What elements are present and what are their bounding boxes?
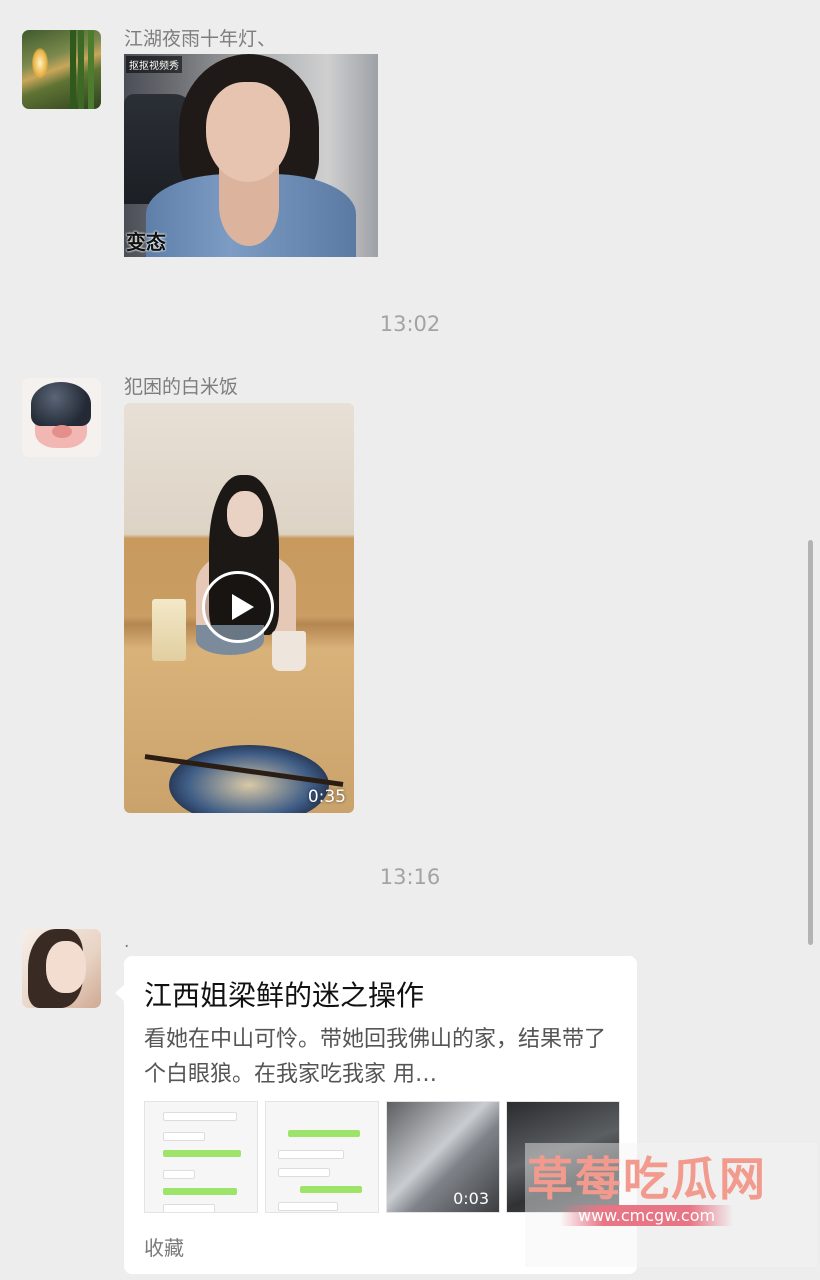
- sender-name: .: [124, 932, 130, 952]
- sender-name: 犯困的白米饭: [124, 376, 239, 398]
- video-mug: [272, 631, 306, 671]
- bamboo-shape: [78, 30, 84, 109]
- video-cup: [152, 599, 186, 661]
- sender-avatar[interactable]: [22, 929, 101, 1008]
- scrollbar[interactable]: [808, 540, 813, 945]
- card-title: 江西姐梁鲜的迷之操作: [144, 979, 425, 1012]
- bubble-arrow: [115, 984, 125, 1002]
- image-message[interactable]: 抠抠视频秀 变态: [124, 54, 378, 257]
- watermark-url: www.cmcgw.com: [560, 1205, 734, 1226]
- sender-name: 江湖夜雨十年灯、: [124, 28, 277, 50]
- video-person-face: [227, 491, 263, 537]
- image-tag: 抠抠视频秀: [126, 56, 182, 73]
- card-source-label: 收藏: [144, 1236, 184, 1260]
- face-shape: [206, 82, 290, 182]
- card-video-thumbnail[interactable]: 0:03: [386, 1101, 500, 1213]
- card-description: 看她在中山可怜。带她回我佛山的家，结果带了个白眼狼。在我家吃我家 用…: [144, 1027, 607, 1087]
- image-caption: 变态: [126, 230, 166, 254]
- thumbnail-video-duration: 0:03: [453, 1189, 489, 1208]
- sender-avatar[interactable]: [22, 30, 101, 109]
- pig-snout: [52, 425, 72, 438]
- card-thumbnail[interactable]: [265, 1101, 379, 1213]
- chat-timestamp: 13:16: [379, 865, 441, 889]
- card-thumbnail[interactable]: [144, 1101, 258, 1213]
- site-watermark: 草莓吃瓜网 www.cmcgw.com: [525, 1143, 817, 1267]
- chat-timestamp: 13:02: [379, 312, 441, 336]
- helmet-shape: [31, 382, 91, 426]
- sender-avatar[interactable]: [22, 378, 101, 457]
- video-duration: 0:35: [307, 787, 346, 807]
- video-message[interactable]: 0:35: [124, 403, 354, 813]
- play-icon[interactable]: [202, 571, 274, 643]
- lamp-shape: [32, 48, 48, 78]
- watermark-text: 草莓吃瓜网: [527, 1152, 767, 1206]
- avatar-face: [46, 941, 86, 993]
